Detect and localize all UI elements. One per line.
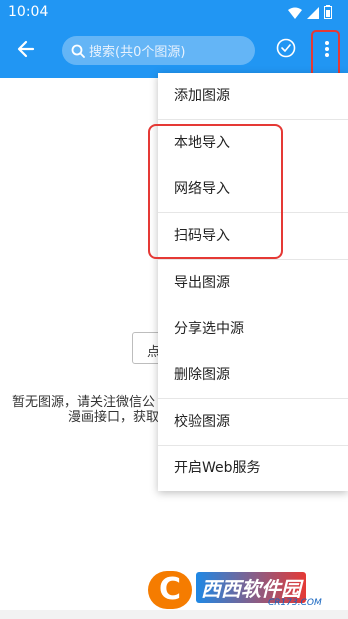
bottom-area [0,610,348,619]
menu-item-web-service[interactable]: 开启Web服务 [158,445,348,491]
status-icons [288,4,332,23]
status-bar: 10:04 [0,0,348,24]
battery-icon [324,4,332,23]
select-all-button[interactable] [274,38,298,62]
search-input[interactable]: 搜索(共0个图源) [62,36,255,65]
menu-item-share-selected[interactable]: 分享选中源 [158,306,348,352]
wifi-icon [288,4,302,23]
back-button[interactable] [12,37,40,65]
search-placeholder: 搜索(共0个图源) [89,45,186,60]
menu-item-delete-source[interactable]: 删除图源 [158,352,348,398]
status-time: 10:04 [8,4,49,20]
watermark-badge: C [148,571,192,609]
menu-item-add-source[interactable]: 添加图源 [158,73,348,119]
empty-message-line2: 漫画接口，获取 [68,410,160,425]
empty-message-line1: 暂无图源，请关注微信公 [12,395,156,410]
check-circle-icon [276,38,296,62]
more-button-highlight [311,30,340,78]
signal-icon [307,4,319,23]
watermark-subtitle: CR173.COM [268,598,322,608]
arrow-left-icon [17,40,35,62]
menu-item-verify-source[interactable]: 校验图源 [158,399,348,445]
menu-item-export-source[interactable]: 导出图源 [158,260,348,306]
app-bar: 搜索(共0个图源) [0,24,348,78]
import-options-highlight [148,124,283,259]
search-icon [71,44,85,58]
watermark-logo: C 西西软件园 CR173.COM [148,568,334,612]
